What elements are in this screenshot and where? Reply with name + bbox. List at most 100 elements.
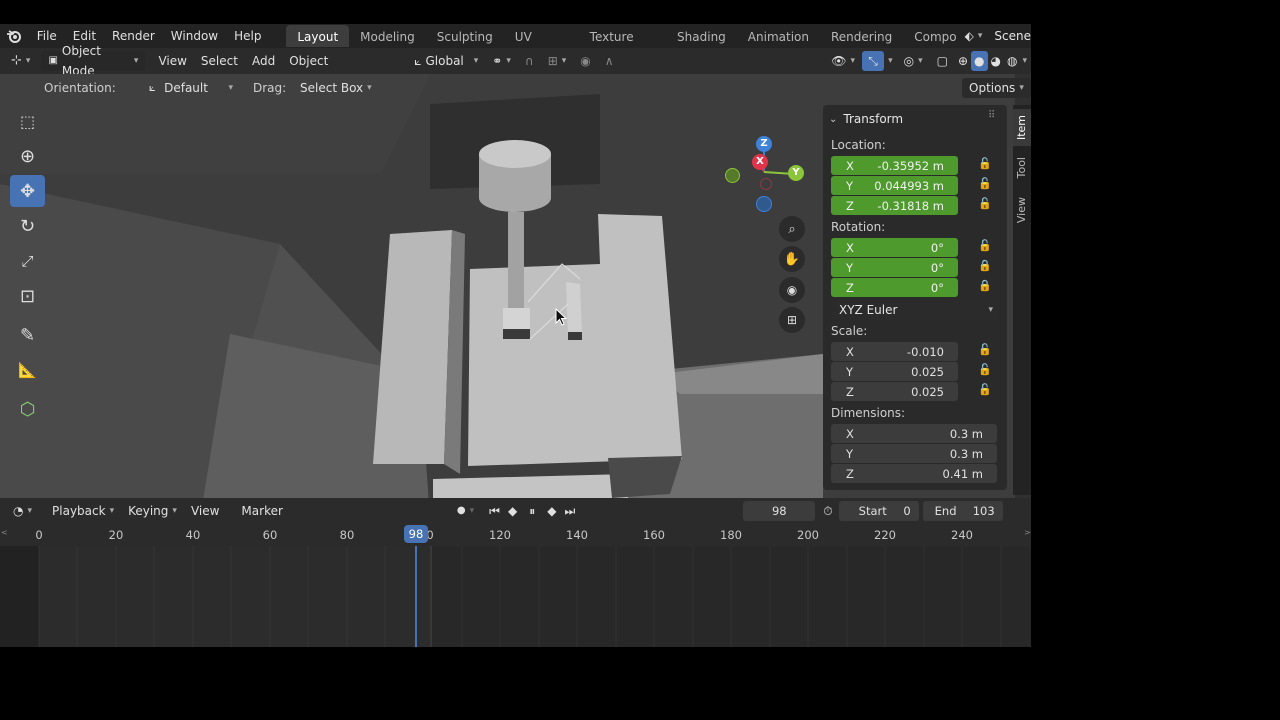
drag-dropdown[interactable]: Select Box ▾ [293, 78, 379, 98]
rotation-x-field[interactable]: X 0° [831, 238, 958, 257]
cursor-tool[interactable]: ⊕ [10, 140, 45, 172]
tab-sculpting[interactable]: Sculpting [426, 25, 504, 47]
menu-object[interactable]: Object [282, 51, 335, 71]
jump-keyframe-forward-button[interactable]: ◆ [543, 501, 560, 521]
annotate-tool[interactable]: ✎ [10, 319, 45, 351]
unlock-icon[interactable]: 🔓 [978, 383, 992, 397]
shading-dropdown[interactable]: ▾ [1020, 51, 1031, 71]
jump-keyframe-back-button[interactable]: ◆ [504, 501, 521, 521]
transform-tool[interactable]: ⊡ [10, 280, 45, 312]
rotation-z-field[interactable]: Z 0° [831, 278, 958, 297]
unlock-icon[interactable]: 🔓 [978, 363, 992, 377]
mode-selector[interactable]: ▣ Object Mode ▾ [41, 44, 146, 78]
scale-x-field[interactable]: X -0.010 [831, 342, 958, 361]
scroll-right-icon[interactable]: > [1024, 528, 1031, 537]
options-dropdown[interactable]: Options ▾ [962, 78, 1031, 98]
auto-keying-toggle[interactable]: ● ▾ [450, 501, 481, 521]
dimensions-x-field[interactable]: X 0.3 m [831, 424, 997, 443]
snap-target-selector[interactable]: ⊞ ▾ [541, 51, 574, 71]
menu-view[interactable]: View [151, 51, 193, 71]
location-z-field[interactable]: Z -0.31818 m [831, 196, 958, 215]
lock-icon[interactable]: 🔒 [978, 279, 992, 293]
menu-marker[interactable]: Marker [234, 501, 289, 521]
editor-type-selector[interactable]: ⊹ ▾ [4, 51, 37, 71]
blender-logo-icon[interactable] [0, 24, 29, 48]
gizmo-toggle[interactable]: ⤡ [862, 51, 885, 71]
shading-material[interactable]: ◕ [988, 51, 1004, 71]
pivot-point-selector[interactable]: ⚭ ▾ [485, 51, 518, 71]
playhead-marker[interactable]: 98 [404, 525, 428, 543]
tab-compositing[interactable]: Compo [903, 25, 960, 47]
lock-icon[interactable]: 🔒 [978, 259, 992, 273]
rotate-tool[interactable]: ↻ [10, 210, 45, 242]
use-preview-range-toggle[interactable]: ⏱ [819, 501, 836, 521]
orientation-dropdown[interactable]: ⟀ Default ▾ [142, 78, 240, 98]
jump-start-button[interactable]: ⏮ [485, 501, 504, 521]
tab-item[interactable]: Item [1013, 109, 1031, 147]
timeline-editor-type[interactable]: ◔ ▾ [6, 501, 39, 521]
tab-tool[interactable]: Tool [1013, 151, 1031, 184]
pause-button[interactable]: ⏸ [521, 501, 543, 521]
tab-rendering[interactable]: Rendering [820, 25, 903, 47]
shading-wireframe[interactable]: ⊕ [955, 51, 971, 71]
snap-toggle[interactable]: ∩ [518, 51, 541, 71]
unlock-icon[interactable]: 🔓 [978, 239, 992, 253]
scene-selector[interactable]: ⬖ ▾ Scene [965, 29, 1031, 43]
jump-end-button[interactable]: ⏭ [560, 501, 579, 521]
pan-button[interactable]: ✋ [779, 246, 805, 272]
timeline-ruler[interactable]: 0 20 40 60 80 120 140 160 180 200 220 24… [0, 524, 1031, 546]
tab-texture-paint[interactable]: Texture Paint [579, 25, 666, 68]
menu-timeline-view[interactable]: View [184, 501, 226, 521]
unlock-icon[interactable]: 🔓 [978, 343, 992, 357]
menu-file[interactable]: File [29, 24, 65, 48]
gizmo-x-axis[interactable]: X [752, 154, 768, 170]
tab-animation[interactable]: Animation [737, 25, 820, 47]
dimensions-z-field[interactable]: Z 0.41 m [831, 464, 997, 483]
proportional-edit-toggle[interactable]: ◉ [573, 51, 597, 71]
scale-y-field[interactable]: Y 0.025 [831, 362, 958, 381]
menu-add[interactable]: Add [245, 51, 282, 71]
falloff-selector[interactable]: ∧ [598, 51, 621, 71]
rotation-mode-dropdown[interactable]: XYZ Euler ▾ [831, 300, 999, 320]
overlays-toggle[interactable]: ◎ ▾ [897, 51, 930, 71]
scroll-left-icon[interactable]: < [1, 528, 8, 537]
transform-orientation-selector[interactable]: ⟀ Global ▾ [407, 51, 485, 71]
shading-solid[interactable]: ● [971, 51, 988, 71]
xray-toggle[interactable]: ▢ [930, 51, 955, 71]
menu-window[interactable]: Window [163, 24, 226, 48]
transform-section-header[interactable]: ⌄ Transform [829, 109, 903, 129]
timeline-area[interactable] [0, 546, 1031, 647]
gizmo-neg-z[interactable] [756, 196, 772, 212]
dimensions-y-field[interactable]: Y 0.3 m [831, 444, 997, 463]
rotation-y-field[interactable]: Y 0° [831, 258, 958, 277]
tab-view[interactable]: View [1013, 191, 1031, 229]
perspective-toggle-button[interactable]: ⊞ [779, 307, 805, 333]
navigation-gizmo[interactable]: Z X Y [722, 134, 812, 216]
tab-shading[interactable]: Shading [666, 25, 737, 47]
tab-modeling[interactable]: Modeling [349, 25, 426, 47]
menu-keying[interactable]: Keying ▾ [121, 501, 184, 521]
camera-view-button[interactable]: ◉ [779, 277, 805, 303]
zoom-button[interactable]: ⌕ [779, 216, 805, 242]
visibility-selector[interactable]: 👁 ▾ [824, 51, 862, 71]
location-x-field[interactable]: X -0.35952 m [831, 156, 958, 175]
unlock-icon[interactable]: 🔓 [978, 157, 992, 171]
drag-handle-icon[interactable]: ⠿ [988, 110, 995, 121]
tab-uv-editing[interactable]: UV Editing [504, 25, 579, 68]
gizmo-neg-x[interactable] [760, 178, 772, 190]
gizmo-neg-y[interactable] [725, 168, 740, 183]
current-frame-field[interactable]: 98 [743, 501, 816, 521]
scale-z-field[interactable]: Z 0.025 [831, 382, 958, 401]
scale-tool[interactable]: ⤢ [10, 245, 45, 277]
menu-select[interactable]: Select [194, 51, 245, 71]
gizmo-y-axis[interactable]: Y [788, 165, 804, 181]
gizmo-dropdown[interactable]: ▾ [884, 51, 897, 71]
add-cube-tool[interactable]: ⬡ [10, 393, 45, 425]
unlock-icon[interactable]: 🔓 [978, 197, 992, 211]
move-tool[interactable]: ✥ [10, 175, 45, 207]
tab-layout[interactable]: Layout [286, 25, 350, 47]
measure-tool[interactable]: 📐 [10, 354, 45, 386]
frame-start-field[interactable]: Start 0 [838, 501, 919, 521]
unlock-icon[interactable]: 🔓 [978, 177, 992, 191]
shading-rendered[interactable]: ◍ [1004, 51, 1020, 71]
